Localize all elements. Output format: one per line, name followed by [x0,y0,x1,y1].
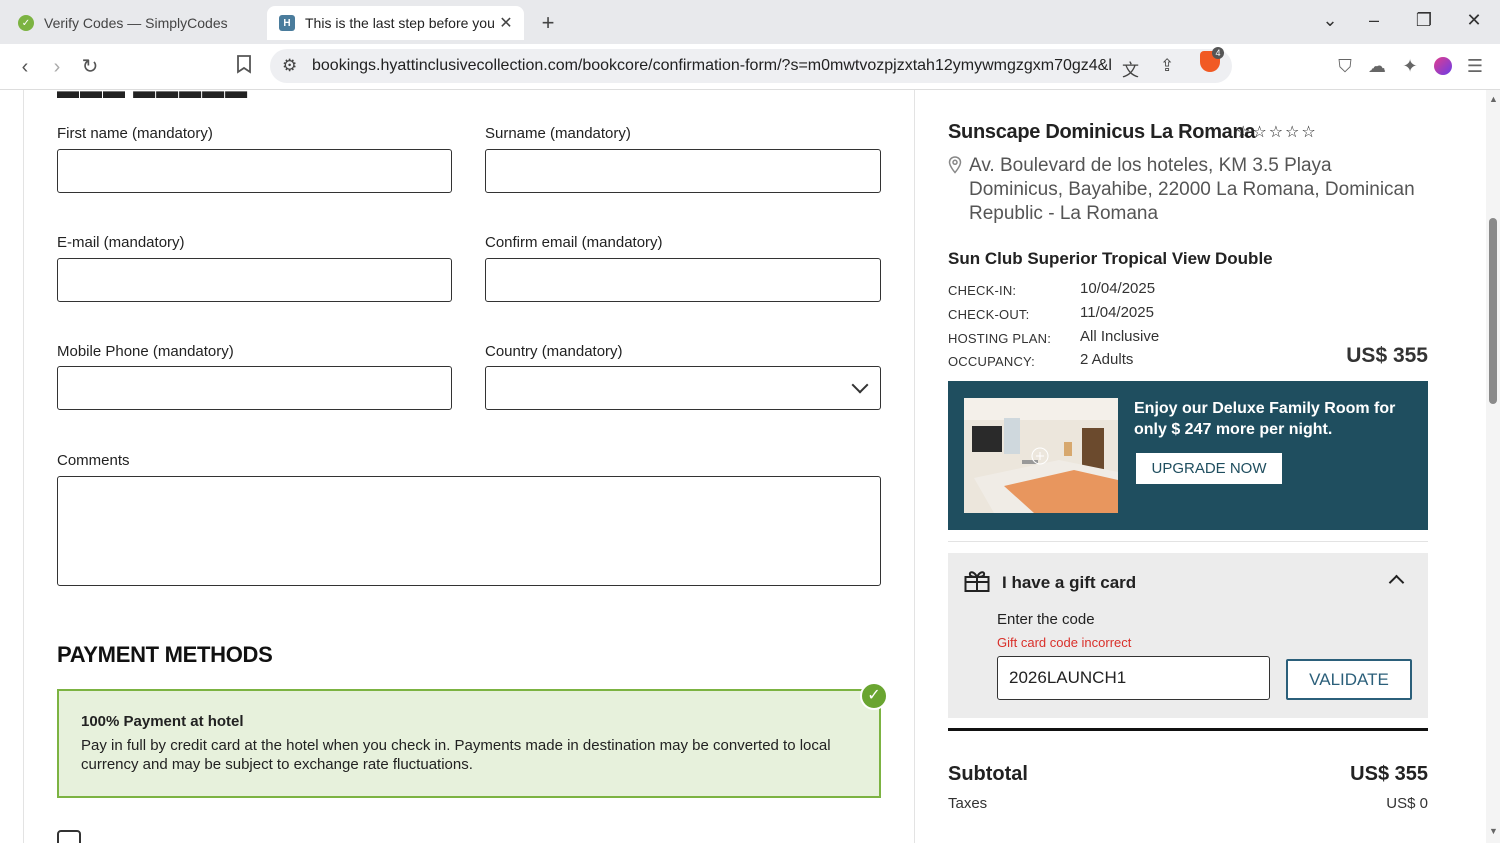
close-tab-icon[interactable]: ✕ [494,13,518,33]
check-in-label: CHECK-IN: [948,283,1017,298]
url-text[interactable]: bookings.hyattinclusivecollection.com/bo… [312,57,1112,75]
bookmark-icon[interactable] [231,54,257,80]
profile-avatar-icon[interactable] [1432,55,1454,77]
tab-list-chevron-icon[interactable]: ⌄ [1318,10,1342,31]
tab-simplycodes[interactable]: ✓ Verify Codes — SimplyCodes [10,6,260,40]
chevron-down-icon [851,376,869,394]
gift-code-input[interactable] [998,657,1269,699]
terms-checkbox[interactable] [57,830,81,843]
translate-icon[interactable]: 文 [1122,56,1139,81]
payment-option-description: Pay in full by credit card at the hotel … [81,737,831,773]
email-input[interactable] [58,259,451,301]
subtotal-value: US$ 355 [1350,763,1428,785]
scroll-up-icon[interactable]: ▲ [1489,94,1498,104]
check-in-value: 10/04/2025 [1080,280,1156,297]
tab-hyatt-booking[interactable]: H This is the last step before your ✕ [267,6,524,40]
menu-hamburger-icon[interactable]: ☰ [1464,55,1486,77]
site-settings-icon[interactable]: ⚙ [282,56,297,76]
confirm-email-label: Confirm email (mandatory) [485,234,663,251]
tab-title: This is the last step before your [305,15,494,31]
subtotal-label: Subtotal [948,763,1028,785]
brave-shields-icon[interactable]: 4 [1200,47,1224,72]
hotel-address: Av. Boulevard de los hoteles, KM 3.5 Pla… [969,155,1415,224]
shields-count-badge: 4 [1212,47,1224,59]
room-photo [964,398,1118,513]
tab-title: Verify Codes — SimplyCodes [44,15,228,31]
maximize-icon[interactable]: ❐ [1412,10,1436,31]
hotel-name: Sunscape Dominicus La Romana [948,121,1256,143]
check-out-value: 11/04/2025 [1080,304,1154,321]
payment-option-title: 100% Payment at hotel [81,713,244,730]
check-out-label: CHECK-OUT: [948,307,1030,322]
tab-bar: ✓ Verify Codes — SimplyCodes H This is t… [0,0,1500,44]
taxes-value: US$ 0 [1386,795,1428,812]
upgrade-banner: Enjoy our Deluxe Family Room for only $ … [948,381,1428,530]
totals-divider [948,728,1428,731]
reload-icon[interactable]: ↻ [77,54,103,80]
phone-label: Mobile Phone (mandatory) [57,343,234,360]
upgrade-offer-text: Enjoy our Deluxe Family Room for only $ … [1134,400,1396,438]
surname-input[interactable] [486,150,880,192]
first-name-input[interactable] [58,150,451,192]
validate-button[interactable]: VALIDATE [1286,659,1412,700]
phone-field[interactable] [57,366,452,410]
vpn-shield-icon[interactable]: ⛉ [1334,55,1356,77]
country-select[interactable] [485,366,881,410]
confirm-email-input[interactable] [486,259,880,301]
hosting-plan-value: All Inclusive [1080,328,1160,345]
room-name: Sun Club Superior Tropical View Double [948,249,1273,268]
confirm-email-field[interactable] [485,258,881,302]
payment-methods-heading: PAYMENT METHODS [57,642,273,667]
chevron-up-icon[interactable] [1388,574,1405,591]
occupancy-value: 2 Adults [1080,351,1134,368]
gift-code-field[interactable] [997,656,1270,700]
new-tab-button[interactable]: + [536,10,560,36]
comments-label: Comments [57,452,130,469]
forward-icon[interactable]: › [44,54,70,80]
email-field[interactable] [57,258,452,302]
simplycodes-icon: ✓ [18,15,34,31]
upgrade-now-button[interactable]: UPGRADE NOW [1136,453,1282,484]
gift-code-label: Enter the code [997,611,1095,628]
hosting-plan-label: HOSTING PLAN: [948,331,1052,346]
first-name-field[interactable] [57,149,452,193]
gift-card-title[interactable]: I have a gift card [1002,573,1136,593]
selected-check-icon: ✓ [860,682,888,710]
divider [948,541,1428,542]
phone-input[interactable] [58,367,451,409]
gift-code-error: Gift card code incorrect [997,635,1132,650]
gift-card-panel: I have a gift card Enter the code Gift c… [948,553,1428,718]
extensions-puzzle-icon[interactable]: ✦ [1399,55,1421,77]
minimize-icon[interactable]: – [1362,10,1386,31]
location-pin-icon [948,156,962,179]
close-window-icon[interactable]: ✕ [1462,10,1486,31]
surname-label: Surname (mandatory) [485,125,631,142]
navigation-bar: ‹ › ↻ ⚙ bookings.hyattinclusivecollectio… [0,44,1500,90]
star-rating-icon: ☆☆☆☆☆ [1236,124,1318,141]
extension-cloud-icon[interactable]: ☁ [1366,55,1388,77]
surname-field[interactable] [485,149,881,193]
hyatt-icon: H [279,15,295,31]
page-scrollbar[interactable]: ▲ ▼ [1486,90,1500,843]
guest-details-heading-cut: ▬▬▬ ▬▬▬▬▬ [57,90,249,103]
comments-textarea[interactable] [57,476,881,586]
back-icon[interactable]: ‹ [12,54,38,80]
scroll-down-icon[interactable]: ▼ [1489,826,1498,836]
scrollbar-thumb[interactable] [1489,218,1497,404]
first-name-label: First name (mandatory) [57,125,213,142]
room-price: US$ 355 [1346,344,1428,367]
occupancy-label: OCCUPANCY: [948,354,1035,369]
gift-icon [964,569,990,593]
email-label: E-mail (mandatory) [57,234,185,251]
taxes-label: Taxes [948,795,988,812]
address-bar[interactable]: ⚙ bookings.hyattinclusivecollection.com/… [270,49,1232,83]
country-label: Country (mandatory) [485,343,623,360]
share-icon[interactable]: ⇪ [1160,56,1174,76]
booking-page: ▬▬▬ ▬▬▬▬▬ First name (mandatory) Surname… [0,90,1486,843]
payment-option-pay-at-hotel[interactable]: 100% Payment at hotel Pay in full by cre… [57,689,881,798]
